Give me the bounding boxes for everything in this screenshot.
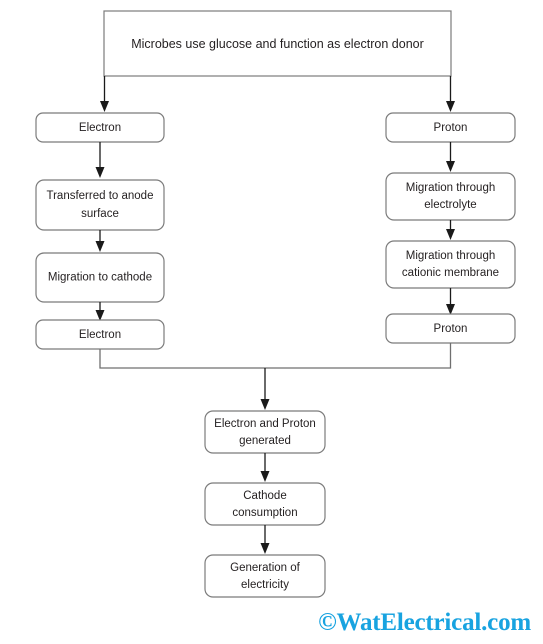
- node-right-migration-electrolyte-label-line1: Migration through: [406, 182, 496, 194]
- node-center-electron-proton-generated-label-line2: generated: [239, 435, 291, 447]
- arrowhead-top-left: [100, 101, 109, 112]
- arrowhead-center-1-2: [260, 471, 270, 482]
- arrowhead-right-2-3: [446, 229, 455, 240]
- node-left-electron-2: Electron: [35, 319, 165, 350]
- connector-center-2-3: [260, 525, 270, 554]
- node-center-generation-electricity: Generation of electricity: [204, 554, 326, 598]
- node-right-migration-membrane-label-line2: cationic membrane: [402, 267, 499, 279]
- node-top-microbes: Microbes use glucose and function as ele…: [103, 10, 452, 77]
- node-center-generation-electricity-label-line1: Generation of: [230, 562, 300, 574]
- node-left-transferred-anode-label-line2: surface: [81, 208, 119, 220]
- connector-left-1-2: [95, 142, 105, 178]
- connector-right-3-4: [446, 288, 455, 315]
- node-left-transferred-anode: Transferred to anode surface: [35, 179, 165, 231]
- node-right-migration-electrolyte-label-line2: electrolyte: [424, 199, 476, 211]
- connector-top-to-electron: [100, 76, 109, 112]
- node-left-migration-cathode-label: Migration to cathode: [48, 272, 152, 284]
- arrowhead-left-2-3: [95, 241, 105, 252]
- node-left-electron-1-label: Electron: [79, 122, 121, 134]
- node-right-migration-membrane-label-line1: Migration through: [406, 250, 496, 262]
- flowchart-canvas: Microbes use glucose and function as ele…: [0, 0, 543, 644]
- arrowhead-left-3-4: [95, 310, 105, 321]
- node-center-cathode-consumption-label-line2: consumption: [232, 507, 297, 519]
- node-left-transferred-anode-rect: [35, 179, 165, 231]
- connector-center-1-2: [260, 453, 270, 482]
- connector-right-1-2: [446, 142, 455, 172]
- node-right-migration-electrolyte-rect: [385, 172, 516, 221]
- node-center-generation-electricity-label-line2: electricity: [241, 579, 289, 591]
- connector-left-2-3: [95, 230, 105, 252]
- connector-left-3-4: [95, 302, 105, 321]
- arrowhead-center-2-3: [260, 543, 270, 554]
- node-center-cathode-consumption: Cathode consumption: [204, 482, 326, 526]
- node-center-cathode-consumption-label-line1: Cathode: [243, 490, 286, 502]
- node-center-electron-proton-generated: Electron and Proton generated: [204, 410, 326, 454]
- flowchart-svg: Microbes use glucose and function as ele…: [35, 10, 516, 598]
- node-center-electron-proton-generated-label-line1: Electron and Proton: [214, 418, 316, 430]
- node-right-proton-1-label: Proton: [434, 122, 468, 134]
- node-right-proton-2-label: Proton: [434, 323, 468, 335]
- node-right-migration-membrane: Migration through cationic membrane: [385, 240, 516, 289]
- connector-top-to-proton: [446, 76, 455, 112]
- node-top-microbes-label: Microbes use glucose and function as ele…: [131, 37, 424, 51]
- node-right-migration-membrane-rect: [385, 240, 516, 289]
- node-left-electron-2-label: Electron: [79, 329, 121, 341]
- arrowhead-top-right: [446, 101, 455, 112]
- node-left-transferred-anode-label-line1: Transferred to anode: [47, 190, 154, 202]
- watermark-watelectrical: ©WatElectrical.com: [318, 609, 531, 636]
- connector-right-2-3: [446, 220, 455, 240]
- node-right-migration-electrolyte: Migration through electrolyte: [385, 172, 516, 221]
- arrowhead-merge-center: [260, 399, 270, 410]
- node-right-proton-2: Proton: [385, 313, 516, 344]
- arrowhead-right-1-2: [446, 161, 455, 172]
- node-left-electron-1: Electron: [35, 112, 165, 143]
- node-right-proton-1: Proton: [385, 112, 516, 143]
- arrowhead-left-1-2: [95, 167, 105, 178]
- connector-merge-to-center: [99, 343, 452, 410]
- node-left-migration-cathode: Migration to cathode: [35, 252, 165, 303]
- arrowhead-right-3-4: [446, 304, 455, 315]
